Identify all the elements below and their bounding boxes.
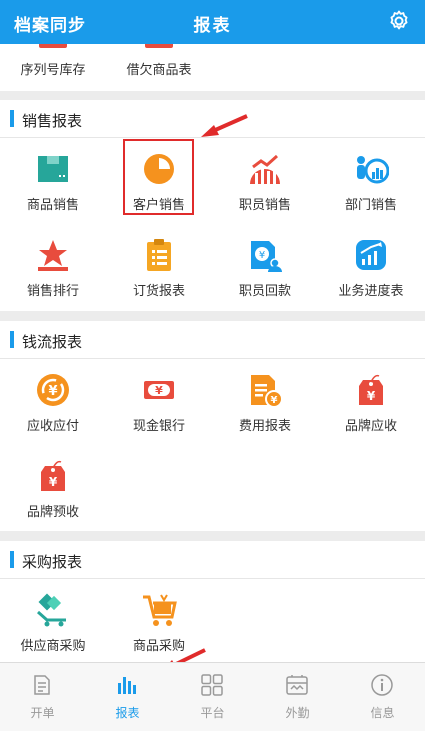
report-item-cash-bank[interactable]: ¥ 现金银行 — [106, 360, 212, 446]
report-item-expense-report[interactable]: ¥ 费用报表 — [212, 360, 318, 446]
section-cashflow-reports: 钱流报表 ¥ 应收应付 ¥ 现金银行 ¥ 费用报表 ¥ 品牌应收 ¥ 品牌预收 — [0, 321, 425, 531]
brand-tag-icon: ¥ — [35, 458, 71, 494]
report-item-brand-receivable[interactable]: ¥ 品牌应收 — [318, 360, 424, 446]
section-header: 钱流报表 — [0, 321, 425, 359]
report-item-label: 商品采购 — [132, 638, 185, 653]
goods-box-icon — [35, 151, 71, 187]
report-item-goods-sales[interactable]: 商品销售 — [0, 139, 106, 225]
report-item-label: 供应商采购 — [20, 638, 86, 653]
section-header: 销售报表 — [0, 100, 425, 138]
dept-chart-icon — [353, 151, 389, 187]
trend-chart-icon — [247, 151, 283, 187]
section-title: 钱流报表 — [22, 334, 83, 351]
report-item-label: 订货报表 — [132, 283, 185, 298]
report-item-staff-sales[interactable]: 职员销售 — [212, 139, 318, 225]
svg-text:¥: ¥ — [155, 384, 163, 397]
section-sales-reports: 销售报表 商品销售 客户销售 职员销售 部门销售 销售排行 订货报表 ¥ 职员回… — [0, 100, 425, 311]
report-item-supplier-purchase[interactable]: 供应商采购 — [0, 580, 106, 662]
report-item-label: 销售排行 — [26, 283, 79, 298]
progress-chart-icon — [353, 237, 389, 273]
svg-text:¥: ¥ — [259, 250, 265, 261]
payment-user-icon: ¥ — [247, 237, 283, 273]
bar-chart-icon — [115, 673, 139, 697]
report-item-label: 借欠商品表 — [126, 62, 192, 77]
svg-text:¥: ¥ — [271, 395, 278, 406]
report-item-label: 序列号库存 — [20, 62, 86, 77]
section-purchase-reports: 采购报表 供应商采购 商品采购 — [0, 541, 425, 662]
grid-icon — [200, 673, 224, 697]
report-item-label: 部门销售 — [344, 197, 397, 212]
tab-messages[interactable]: 信息 — [340, 663, 425, 731]
app-header: 档案同步 报表 — [0, 0, 425, 44]
report-item-receivable-payable[interactable]: ¥ 应收应付 — [0, 360, 106, 446]
tab-billing[interactable]: 开单 — [0, 663, 85, 731]
section-marker — [10, 110, 14, 127]
svg-text:¥: ¥ — [49, 475, 58, 489]
map-icon — [285, 673, 309, 697]
info-icon — [370, 673, 394, 697]
tab-field-work[interactable]: 外勤 — [255, 663, 340, 731]
section-title: 销售报表 — [22, 113, 83, 130]
report-content[interactable]: 序列号库存 借欠商品表 销售报表 商品销售 客户销售 职员销售 部门销售 销售排… — [0, 44, 425, 662]
section-title: 采购报表 — [22, 554, 83, 571]
document-icon — [30, 673, 54, 697]
top-partial-section: 序列号库存 借欠商品表 — [0, 44, 425, 91]
section-marker — [10, 331, 14, 348]
serial-stock-icon — [35, 44, 71, 52]
expense-doc-icon: ¥ — [247, 372, 283, 408]
yuan-cycle-icon: ¥ — [35, 372, 71, 408]
report-item-label: 品牌应收 — [344, 418, 397, 433]
star-podium-icon — [35, 237, 71, 273]
borrowed-goods-icon — [141, 44, 177, 52]
report-item-label: 现金银行 — [132, 418, 185, 433]
bottom-tab-bar: 开单 报表 平台 外勤 信息 — [0, 662, 425, 731]
supplier-cart-icon — [35, 592, 71, 628]
tab-label: 外勤 — [285, 706, 310, 720]
report-item-label: 费用报表 — [238, 418, 291, 433]
gear-icon[interactable] — [387, 9, 411, 33]
svg-text:¥: ¥ — [367, 389, 376, 403]
clipboard-icon — [141, 237, 177, 273]
report-item-label: 品牌预收 — [26, 504, 79, 519]
highlight-box-customer-sales — [123, 139, 194, 215]
tab-label: 信息 — [370, 706, 395, 720]
report-item-label: 应收应付 — [26, 418, 79, 433]
tab-label: 开单 — [30, 706, 55, 720]
report-item-brand-prepaid[interactable]: ¥ 品牌预收 — [0, 446, 106, 532]
tab-reports[interactable]: 报表 — [85, 663, 170, 731]
tab-label: 报表 — [115, 706, 140, 720]
report-item-label: 职员回款 — [238, 283, 291, 298]
shopping-cart-icon — [141, 592, 177, 628]
report-item-staff-payment[interactable]: ¥ 职员回款 — [212, 225, 318, 311]
brand-tag-icon: ¥ — [353, 372, 389, 408]
report-item-order-report[interactable]: 订货报表 — [106, 225, 212, 311]
report-item-label: 职员销售 — [238, 197, 291, 212]
report-item-label: 业务进度表 — [338, 283, 404, 298]
tab-platform[interactable]: 平台 — [170, 663, 255, 731]
section-header: 采购报表 — [0, 541, 425, 579]
report-item-business-progress[interactable]: 业务进度表 — [318, 225, 424, 311]
report-item-label: 商品销售 — [26, 197, 79, 212]
report-item-goods-purchase[interactable]: 商品采购 — [106, 580, 212, 662]
page-title: 报表 — [193, 16, 232, 35]
report-item-dept-sales[interactable]: 部门销售 — [318, 139, 424, 225]
report-item-sales-ranking[interactable]: 销售排行 — [0, 225, 106, 311]
section-marker — [10, 551, 14, 568]
report-item-serial-stock[interactable]: 序列号库存 — [0, 44, 106, 90]
svg-text:¥: ¥ — [48, 384, 57, 399]
tab-label: 平台 — [200, 706, 225, 720]
cash-icon: ¥ — [141, 372, 177, 408]
report-item-borrowed-goods[interactable]: 借欠商品表 — [106, 44, 212, 90]
